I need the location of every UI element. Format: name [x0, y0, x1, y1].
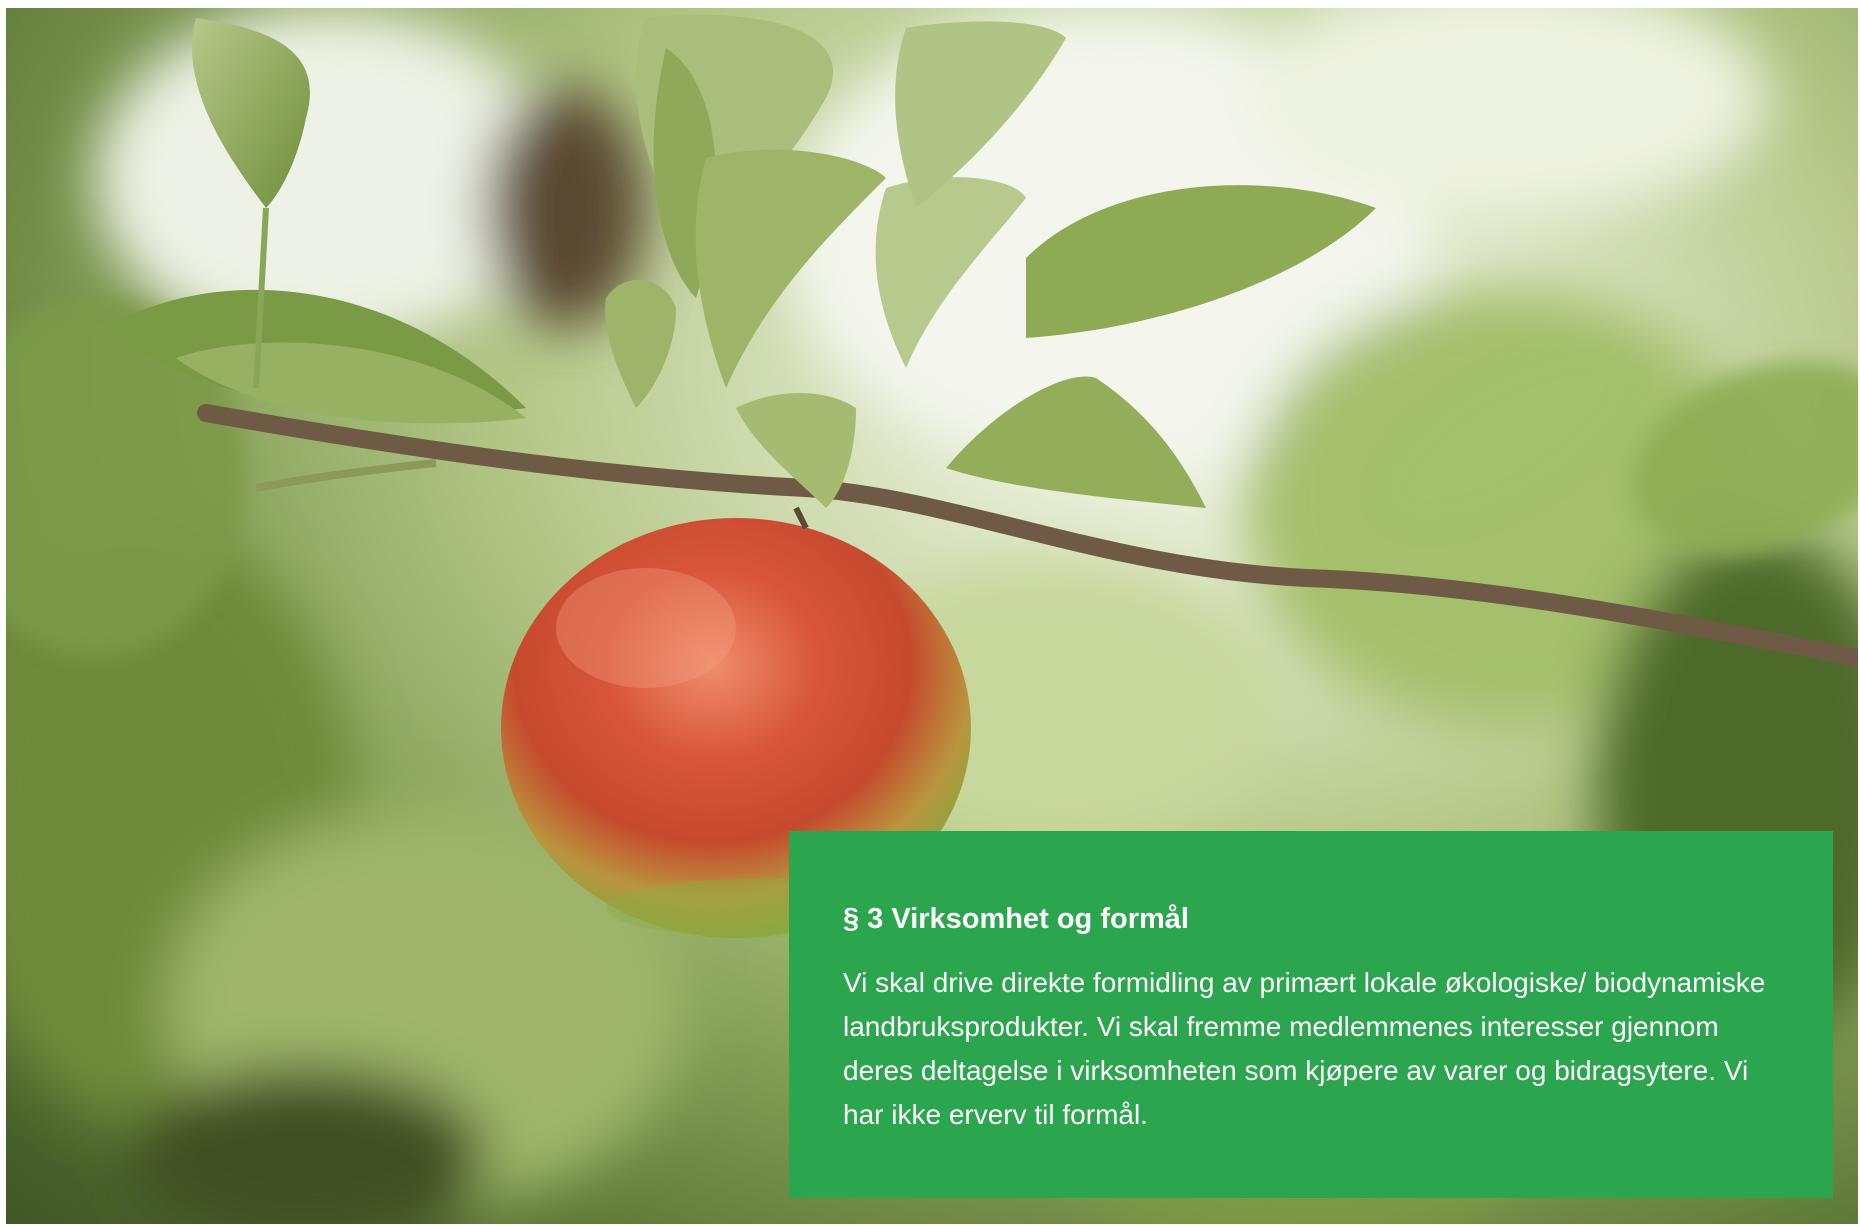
section-title: § 3 Virksomhet og formål: [843, 903, 1189, 935]
info-card: § 3 Virksomhet og formål Vi skal drive d…: [789, 831, 1833, 1198]
section-body: Vi skal drive direkte formidling av prim…: [843, 967, 1766, 1130]
